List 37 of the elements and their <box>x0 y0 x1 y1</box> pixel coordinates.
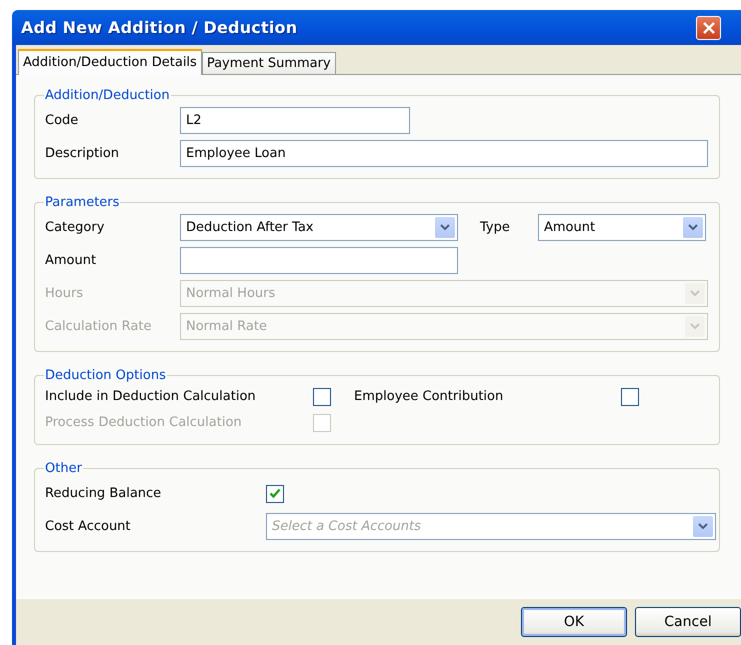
checkbox[interactable] <box>621 388 639 406</box>
close-button[interactable] <box>696 16 721 40</box>
ok-button[interactable]: OK <box>521 607 627 637</box>
tab[interactable]: Addition/Deduction Details <box>18 49 202 75</box>
field-label: Code <box>45 112 80 130</box>
close-icon <box>702 20 716 34</box>
field-label: Calculation Rate <box>45 318 152 336</box>
group-title: Parameters <box>44 196 120 209</box>
field-label: Include in Deduction Calculation <box>45 388 257 406</box>
input-field[interactable] <box>180 247 458 274</box>
window-title: Add New Addition / Deduction <box>21 16 298 38</box>
field-label: Cost Account <box>45 518 132 536</box>
field-label: Category <box>45 218 106 237</box>
input-field[interactable]: L2 <box>180 107 410 134</box>
chevron-icon <box>435 217 455 238</box>
group-title: Addition/Deduction <box>44 89 171 102</box>
field-label: Description <box>45 144 120 163</box>
chevron-icon <box>683 217 703 238</box>
field-label: Reducing Balance <box>45 484 162 503</box>
dropdown[interactable]: Deduction After Tax <box>180 214 458 241</box>
check-icon <box>269 488 281 499</box>
chevron-icon <box>693 516 713 537</box>
chevron-icon <box>685 316 705 337</box>
field-label: Employee Contribution <box>354 388 504 406</box>
group-title: Other <box>44 462 83 475</box>
field-label: Amount <box>45 252 98 270</box>
dropdown[interactable]: Amount <box>538 214 706 241</box>
checkbox[interactable] <box>266 484 284 502</box>
field-label: Hours <box>45 284 84 303</box>
input-field[interactable]: Employee Loan <box>180 140 708 167</box>
checkbox[interactable] <box>313 388 331 406</box>
chevron-icon <box>685 283 705 304</box>
field-label: Process Deduction Calculation <box>45 414 243 432</box>
tab[interactable]: Payment Summary <box>202 52 336 74</box>
cancel-button[interactable]: Cancel <box>635 607 741 637</box>
group-title: Deduction Options <box>44 369 167 382</box>
field-label: Type <box>480 218 511 237</box>
